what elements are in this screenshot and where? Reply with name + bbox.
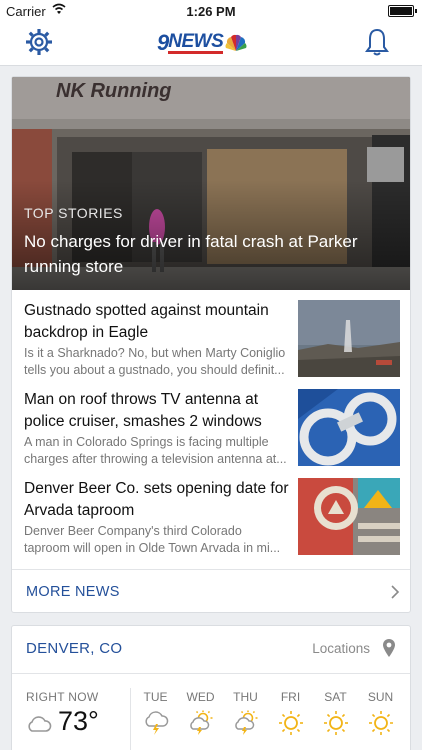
gear-icon[interactable] — [25, 28, 53, 56]
story-thumbnail[interactable] — [298, 389, 400, 466]
story-title[interactable]: Denver Beer Co. sets opening date for Ar… — [24, 478, 292, 522]
top-navigation-bar: 9 NEWS — [0, 22, 422, 66]
forecast-day[interactable]: THU — [223, 690, 268, 736]
sun-icon — [278, 711, 303, 735]
bell-icon[interactable] — [365, 28, 389, 56]
chevron-right-icon — [391, 585, 400, 599]
story-description: A man in Colorado Springs is facing mult… — [24, 435, 287, 466]
sun-icon — [323, 711, 348, 735]
more-news-button[interactable]: MORE NEWS — [12, 569, 410, 612]
story-item[interactable]: Man on roof throws TV antenna at police … — [12, 379, 410, 468]
9news-logo: 9 NEWS — [157, 30, 247, 55]
top-story-hero[interactable]: NK Running TOP STORIES No charges for dr… — [12, 77, 410, 290]
sun-storm-icon — [234, 710, 257, 735]
hero-headline[interactable]: No charges for driver in fatal crash at … — [24, 229, 404, 279]
story-item[interactable]: Gustnado spotted against mountain backdr… — [12, 290, 410, 379]
status-bar: Carrier 1:26 PM — [0, 0, 422, 22]
forecast-day[interactable]: FRI — [268, 690, 313, 736]
clock: 1:26 PM — [186, 4, 236, 19]
cloud-icon — [28, 716, 52, 732]
weather-card: DENVER, CO Locations RIGHT NOW 73° TUE W… — [11, 625, 411, 750]
section-label: TOP STORIES — [24, 205, 123, 221]
weather-city[interactable]: DENVER, CO — [26, 640, 122, 657]
sun-storm-icon — [189, 710, 212, 735]
sun-icon — [368, 711, 393, 735]
hero-photo-sign: NK Running — [56, 80, 172, 102]
story-title[interactable]: Man on roof throws TV antenna at police … — [24, 389, 292, 433]
more-news-label: MORE NEWS — [26, 584, 120, 600]
current-temperature: 73° — [58, 706, 99, 736]
forecast-day[interactable]: SAT — [313, 690, 358, 736]
story-item[interactable]: Denver Beer Co. sets opening date for Ar… — [12, 468, 410, 557]
news-card: NK Running TOP STORIES No charges for dr… — [11, 76, 411, 613]
storm-icon — [144, 711, 168, 735]
peacock-icon — [225, 34, 247, 51]
story-thumbnail[interactable] — [298, 478, 400, 555]
location-pin-icon[interactable] — [382, 638, 396, 658]
story-description: Is it a Sharknado? No, but when Marty Co… — [24, 346, 286, 377]
forecast-day[interactable]: SUN — [358, 690, 403, 736]
locations-button[interactable]: Locations — [312, 641, 370, 656]
forecast-day[interactable]: TUE — [133, 690, 178, 736]
story-thumbnail[interactable] — [298, 300, 400, 377]
right-now-label: RIGHT NOW — [26, 690, 99, 704]
forecast-day[interactable]: WED — [178, 690, 223, 736]
story-title[interactable]: Gustnado spotted against mountain backdr… — [24, 300, 292, 344]
story-description: Denver Beer Company's third Colorado tap… — [24, 524, 281, 555]
battery-icon — [388, 5, 417, 17]
